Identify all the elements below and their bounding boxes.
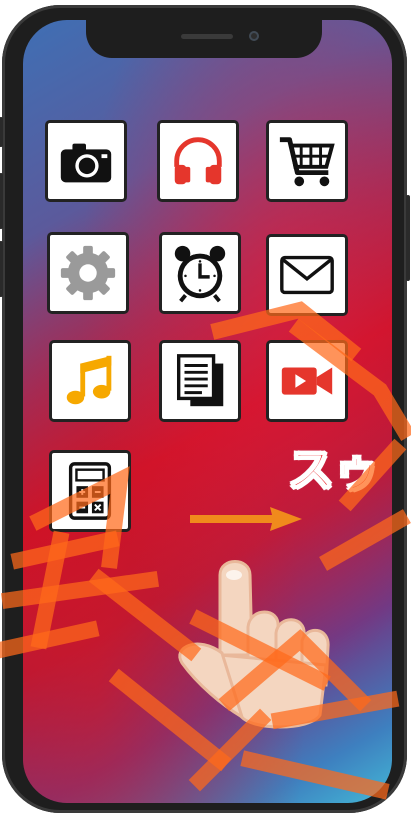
app-headphones[interactable] <box>157 120 239 202</box>
volume-up-button <box>0 173 3 229</box>
alarm-clock-icon <box>174 245 226 303</box>
app-documents[interactable] <box>159 340 241 422</box>
front-camera <box>249 31 259 41</box>
envelope-icon <box>280 255 334 295</box>
camera-icon <box>60 143 112 183</box>
app-calculator[interactable] <box>49 450 131 532</box>
music-note-icon <box>66 355 112 405</box>
silent-switch <box>0 117 3 147</box>
earpiece-speaker <box>181 34 233 39</box>
volume-down-button <box>0 241 3 297</box>
power-button <box>406 195 410 281</box>
swipe-label: スゥ <box>287 442 381 498</box>
pointing-hand-icon <box>178 560 330 729</box>
app-music[interactable] <box>49 340 131 422</box>
app-settings[interactable] <box>47 232 129 314</box>
video-camera-icon <box>281 367 333 395</box>
headphones-icon <box>174 137 222 185</box>
app-camera[interactable] <box>45 120 127 202</box>
shopping-cart-icon <box>279 137 335 187</box>
documents-icon <box>176 354 224 407</box>
app-alarm-clock[interactable] <box>159 232 241 314</box>
app-mail[interactable] <box>266 234 348 316</box>
app-shopping-cart[interactable] <box>266 120 348 202</box>
phone-notch <box>86 20 322 58</box>
arrow-right-icon <box>190 507 302 531</box>
app-video[interactable] <box>266 340 348 422</box>
calculator-icon <box>68 462 112 520</box>
gear-icon <box>60 245 116 301</box>
